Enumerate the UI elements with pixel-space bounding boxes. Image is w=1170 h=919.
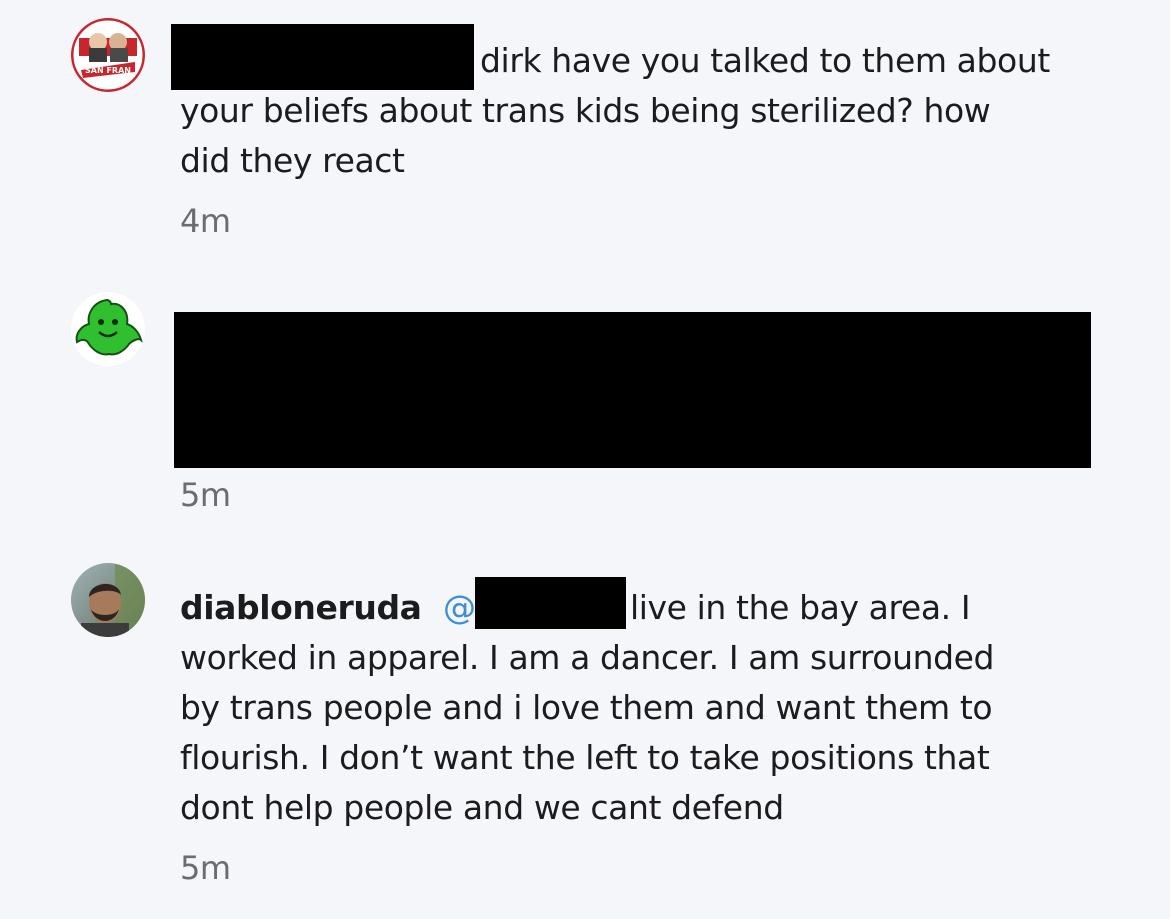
podcast-logo-avatar[interactable]: SAN FRAN [71,18,145,92]
svg-text:SAN FRAN: SAN FRAN [85,66,131,75]
comment-line: by trans people and i love them and want… [180,688,993,727]
redacted-mention [475,577,626,629]
comment-username[interactable]: diabloneruda [180,588,422,627]
mention-symbol[interactable]: @ [443,583,476,633]
green-ghost-avatar[interactable] [71,292,145,366]
comment-line: your beliefs about trans kids being ster… [180,91,991,130]
comment-timestamp: 5m [180,849,231,887]
redacted-comment [174,312,1091,468]
comment-line: did they react [180,141,405,180]
comment-line: dirk have you talked to them about [480,41,1050,80]
comment-timestamp: 5m [180,476,231,514]
comment-line: dont help people and we cant defend [180,788,784,827]
comment-timestamp: 4m [180,202,231,240]
comment-line: flourish. I don’t want the left to take … [180,738,990,777]
comment-line: live in the bay area. I [630,588,971,627]
redacted-username [171,24,474,90]
comment-header-line: diabloneruda [180,583,422,633]
user-photo-avatar[interactable] [71,563,145,637]
comment-line: worked in apparel. I am a dancer. I am s… [180,638,995,677]
